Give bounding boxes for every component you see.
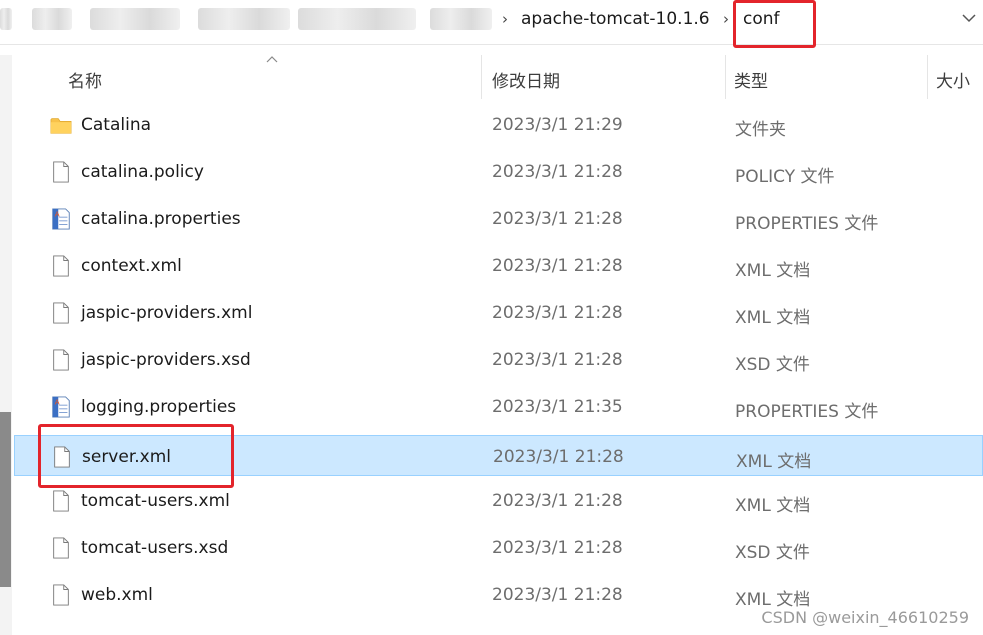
column-divider[interactable] xyxy=(725,55,726,99)
file-type: PROPERTIES 文件 xyxy=(735,402,879,422)
breadcrumb-item-conf[interactable]: conf xyxy=(743,9,780,29)
file-date: 2023/3/1 21:28 xyxy=(492,585,623,605)
properties-file-icon: A xyxy=(52,396,70,418)
breadcrumb-item-apache-tomcat[interactable]: apache-tomcat-10.1.6 xyxy=(521,9,710,29)
file-type: XML 文档 xyxy=(735,261,811,281)
sort-ascending-icon xyxy=(266,56,278,63)
obscured-path-segment xyxy=(430,8,492,30)
file-type: XML 文档 xyxy=(736,452,812,472)
file-type: XSD 文件 xyxy=(735,543,810,563)
file-name: logging.properties xyxy=(81,397,237,417)
file-row-server-xml[interactable]: server.xml 2023/3/1 21:28 XML 文档 xyxy=(14,435,983,476)
obscured-path-segment xyxy=(198,8,290,30)
file-type: 文件夹 xyxy=(735,120,786,140)
watermark: CSDN @weixin_46610259 xyxy=(761,608,969,627)
column-divider[interactable] xyxy=(481,55,482,99)
file-row-logging-properties[interactable]: A logging.properties 2023/3/1 21:35 PROP… xyxy=(14,386,983,427)
column-header-size[interactable]: 大小 xyxy=(936,67,970,92)
column-header-name[interactable]: 名称 xyxy=(68,67,102,92)
nav-pane-scrollbar[interactable] xyxy=(0,55,12,635)
file-date: 2023/3/1 21:29 xyxy=(492,115,623,135)
file-icon xyxy=(53,537,69,559)
column-divider[interactable] xyxy=(927,55,928,99)
file-name: context.xml xyxy=(81,256,182,276)
file-icon xyxy=(54,446,70,468)
file-name: Catalina xyxy=(81,115,152,135)
chevron-down-icon[interactable] xyxy=(961,10,977,26)
file-date: 2023/3/1 21:28 xyxy=(492,350,623,370)
file-name: web.xml xyxy=(81,585,153,605)
obscured-path-segment xyxy=(32,8,72,30)
file-name: tomcat-users.xml xyxy=(81,491,230,511)
file-type: XML 文档 xyxy=(735,590,811,610)
file-row-catalina[interactable]: Catalina 2023/3/1 21:29 文件夹 xyxy=(14,104,983,145)
file-name: jaspic-providers.xml xyxy=(81,303,253,323)
file-explorer-window: › apache-tomcat-10.1.6 › conf 名称 修改日期 类型… xyxy=(0,0,983,635)
folder-icon xyxy=(50,118,72,134)
file-icon xyxy=(53,255,69,277)
file-date: 2023/3/1 21:28 xyxy=(492,162,623,182)
column-header-row: 名称 修改日期 类型 大小 xyxy=(22,55,983,99)
file-type: POLICY 文件 xyxy=(735,167,835,187)
file-icon xyxy=(53,584,69,606)
file-icon xyxy=(53,302,69,324)
file-type: XSD 文件 xyxy=(735,355,810,375)
file-icon xyxy=(53,161,69,183)
properties-file-icon: A xyxy=(52,208,70,230)
svg-text:A: A xyxy=(55,209,60,218)
file-date: 2023/3/1 21:35 xyxy=(492,397,623,417)
file-date: 2023/3/1 21:28 xyxy=(492,538,623,558)
svg-text:A: A xyxy=(55,397,60,406)
file-row-tomcat-users-xsd[interactable]: tomcat-users.xsd 2023/3/1 21:28 XSD 文件 xyxy=(14,527,983,568)
file-icon xyxy=(53,490,69,512)
breadcrumb-separator-icon[interactable]: › xyxy=(502,10,508,28)
file-row-jaspic-providers-xml[interactable]: jaspic-providers.xml 2023/3/1 21:28 XML … xyxy=(14,292,983,333)
file-type: PROPERTIES 文件 xyxy=(735,214,879,234)
file-name: jaspic-providers.xsd xyxy=(81,350,251,370)
obscured-path-segment xyxy=(298,8,416,30)
file-row-catalina-properties[interactable]: A catalina.properties 2023/3/1 21:28 PRO… xyxy=(14,198,983,239)
breadcrumb-separator-icon[interactable]: › xyxy=(723,10,729,28)
file-row-tomcat-users-xml[interactable]: tomcat-users.xml 2023/3/1 21:28 XML 文档 xyxy=(14,480,983,521)
file-name: catalina.policy xyxy=(81,162,204,182)
file-name: catalina.properties xyxy=(81,209,241,229)
address-bar[interactable]: › apache-tomcat-10.1.6 › conf xyxy=(0,0,983,45)
obscured-path-segment xyxy=(90,8,180,30)
file-date: 2023/3/1 21:28 xyxy=(493,447,624,467)
file-type: XML 文档 xyxy=(735,308,811,328)
file-date: 2023/3/1 21:28 xyxy=(492,209,623,229)
file-type: XML 文档 xyxy=(735,496,811,516)
file-row-context-xml[interactable]: context.xml 2023/3/1 21:28 XML 文档 xyxy=(14,245,983,286)
file-row-jaspic-providers-xsd[interactable]: jaspic-providers.xsd 2023/3/1 21:28 XSD … xyxy=(14,339,983,380)
file-icon xyxy=(53,349,69,371)
scrollbar-thumb[interactable] xyxy=(0,412,11,587)
obscured-path-segment xyxy=(0,8,12,30)
column-header-date[interactable]: 修改日期 xyxy=(492,67,560,92)
file-date: 2023/3/1 21:28 xyxy=(492,491,623,511)
file-row-catalina-policy[interactable]: catalina.policy 2023/3/1 21:28 POLICY 文件 xyxy=(14,151,983,192)
column-header-type[interactable]: 类型 xyxy=(734,67,768,92)
file-name: tomcat-users.xsd xyxy=(81,538,229,558)
file-date: 2023/3/1 21:28 xyxy=(492,303,623,323)
file-date: 2023/3/1 21:28 xyxy=(492,256,623,276)
file-name: server.xml xyxy=(82,447,172,467)
